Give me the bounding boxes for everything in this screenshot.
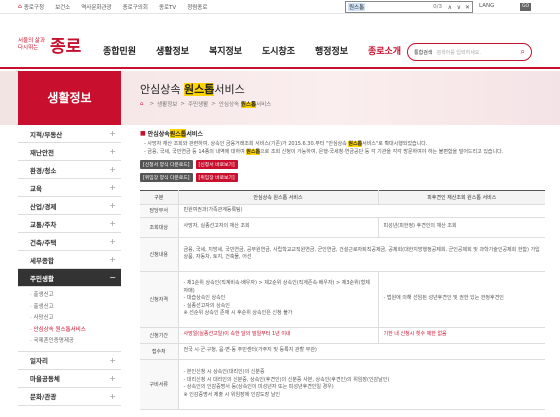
table-row: 조회대상 사망자, 실종선고자의 재산 조회 피성년(피한정) 후견인의 재산 … <box>140 217 545 238</box>
nav-civil-service[interactable]: 종합민원 <box>93 44 146 57</box>
sidebar-item-traffic[interactable]: 교통/주차 + <box>18 215 121 233</box>
find-query[interactable]: 원스톱 <box>348 3 366 11</box>
table-row: 접수처 전국 시·군·구청, 읍·면·동 주민센터(가주지 및 등록지 관할 무… <box>140 343 545 360</box>
breadcrumb-item[interactable]: 주민생활 <box>188 100 208 108</box>
sidebar-submenu: · 출생신고 · 출생신고 · 사망신고 · 안심상속 원스톱서비스 · 국제혼… <box>18 287 121 352</box>
plus-icon: + <box>109 237 116 246</box>
view-form-button[interactable]: [신청서 바로보기] <box>195 160 238 169</box>
main-nav: 종합민원 생활정보 복지정보 도시창조 행정정보 종로소개 <box>93 44 411 57</box>
submenu-item-current[interactable]: · 안심상속 원스톱서비스 <box>30 325 121 337</box>
find-in-page-bar[interactable]: 원스톱 0/3 ∧ ∨ ✕ <box>345 1 473 13</box>
submenu-item[interactable]: · 출생신고 <box>30 290 121 302</box>
site-search: 통합검색 검색어를 입력하세요. ⌕ <box>407 43 532 61</box>
logo-wordmark: 종로 <box>50 37 82 57</box>
sidebar-item-residents[interactable]: 주민생활 − <box>18 269 121 287</box>
sidebar-item-disaster[interactable]: 재난안전 + <box>18 143 121 161</box>
sidebar-title: 생활정보 <box>18 71 121 125</box>
plus-icon: + <box>109 147 116 156</box>
nav-life-info[interactable]: 생활정보 <box>146 44 199 57</box>
plus-icon: + <box>109 129 116 138</box>
utility-link-health-center[interactable]: 보건소 <box>55 3 70 11</box>
nav-welfare[interactable]: 복지정보 <box>199 44 252 57</box>
sidebar-item-education[interactable]: 교육 + <box>18 179 121 197</box>
find-next-icon[interactable]: ∨ <box>457 4 461 11</box>
page-title: 안심상속 원스톱서비스 <box>140 83 245 96</box>
submenu-item[interactable]: · 국제혼인증명제공 <box>30 336 121 348</box>
lang-select[interactable]: LANG <box>479 3 494 9</box>
sidebar-item-housing[interactable]: 건축/주택 + <box>18 233 121 251</box>
sidebar-item-jobs[interactable]: 일자리 + <box>18 351 121 370</box>
sidebar-item-cadastral[interactable]: 지적/부동산 + <box>18 125 121 143</box>
search-input[interactable]: 검색어를 입력하세요. <box>436 49 520 56</box>
go-button[interactable]: GO <box>520 3 531 11</box>
search-icon[interactable]: ⌕ <box>521 47 525 57</box>
plus-icon: + <box>109 219 116 228</box>
table-header: 안심상속 원스톱 서비스 <box>178 190 379 205</box>
intro-paragraph: - 사망자 재산 조회와 관련하여, 상속인 금융거래조회 서비스(기존)가 2… <box>144 141 504 155</box>
find-close-icon[interactable]: ✕ <box>465 4 470 11</box>
download-proxy-button[interactable]: [위임장 양식 다운로드] <box>140 173 193 182</box>
table-row: 신청기간 사망일(실종선고일)이 속한 달의 말일부터 1년 이내 기한 내 신… <box>140 327 545 344</box>
plus-icon: + <box>109 373 116 383</box>
sidebar-nav: 지적/부동산 + 재난안전 + 환경/청소 + 교육 + 산업/경제 + 교통/주차 + 건… <box>18 125 121 406</box>
sidebar-item-tax[interactable]: 세무종합 + <box>18 251 121 269</box>
utility-link-tv[interactable]: 종로TV <box>159 3 176 11</box>
plus-icon: + <box>109 355 116 365</box>
section-heading: ■ 안심상속 원스톱 서비스 <box>140 129 203 138</box>
proxy-buttons: [위임장 양식 다운로드] [위임장 바로보기] <box>140 173 545 182</box>
submenu-item[interactable]: · 출생신고 <box>30 302 121 314</box>
main-content: ■ 안심상속 원스톱 서비스 - 사망자 재산 조회와 관련하여, 상속인 금융거래… <box>140 129 545 410</box>
find-prev-icon[interactable]: ∧ <box>448 4 452 11</box>
table-header: 구분 <box>140 190 179 205</box>
search-scope-select[interactable]: 통합검색 <box>414 49 432 56</box>
sidebar-item-environment[interactable]: 환경/청소 + <box>18 161 121 179</box>
home-icon[interactable]: ⌂ <box>140 101 144 107</box>
utility-link-district-office[interactable]: ⌂ 종로구청 <box>18 3 44 11</box>
home-icon: ⌂ <box>18 3 22 10</box>
site-header: 서울의 삶과 다시뛰는 종로 종합민원 생활정보 복지정보 도시창조 행정정보 … <box>0 14 560 69</box>
sidebar-item-economy[interactable]: 산업/경제 + <box>18 197 121 215</box>
plus-icon: + <box>109 391 116 401</box>
table-row: 구비서류 - 본인신청 시 상속인(대리인)의 신분증 - 대리신청 시 대리인… <box>140 359 545 410</box>
nav-urban[interactable]: 도시창조 <box>252 44 305 57</box>
breadcrumb: ⌂ > 생활정보 > 주민생활 > 안심상속 원스톱서비스 <box>140 100 272 108</box>
sidebar-item-culture[interactable]: 문화/관광 + <box>18 387 121 406</box>
table-header: 피후견인 재산조회 원스톱 서비스 <box>378 190 545 205</box>
service-table: 구분 안심상속 원스톱 서비스 피후견인 재산조회 원스톱 서비스 담당부서 민… <box>140 190 545 410</box>
table-row: 신청내용 금융, 국세, 지방세, 국민연금, 공무원연금, 사립학교교직원연금… <box>140 237 545 272</box>
table-row: 신청자격 - 제1순위 상속인(직계비속·배우자) > 제2순위 상속인(직계존… <box>140 271 545 328</box>
plus-icon: + <box>109 255 116 264</box>
view-proxy-button[interactable]: [위임장 바로보기] <box>195 173 238 182</box>
breadcrumb-item[interactable]: 생활정보 <box>157 100 177 108</box>
download-form-button[interactable]: [신청서 양식 다운로드] <box>140 160 193 169</box>
plus-icon: + <box>109 201 116 210</box>
find-count: 0/3 <box>433 4 442 10</box>
utility-link-integrity[interactable]: 청렴종로 <box>187 3 207 11</box>
utility-bar: ⌂ 종로구청 보건소 역사문화관광 종로구의회 종로TV 청렴종로 원스톱 0/3… <box>0 0 560 14</box>
download-buttons: [신청서 양식 다운로드] [신청서 바로보기] <box>140 160 545 169</box>
nav-admin[interactable]: 행정정보 <box>305 44 358 57</box>
plus-icon: + <box>109 183 116 192</box>
breadcrumb-current: 안심상속 원스톱서비스 <box>218 102 272 108</box>
nav-about[interactable]: 종로소개 <box>358 44 411 57</box>
minus-icon: − <box>109 273 116 282</box>
plus-icon: + <box>109 165 116 174</box>
table-row: 담당부서 민원여권과(가족관계등록팀) <box>140 204 545 218</box>
utility-link-history-tour[interactable]: 역사문화관광 <box>81 3 111 11</box>
logo-tagline: 서울의 삶과 다시뛰는 <box>18 38 46 51</box>
submenu-item[interactable]: · 사망신고 <box>30 313 121 325</box>
sidebar-item-community[interactable]: 마을공동체 + <box>18 369 121 388</box>
utility-link-council[interactable]: 종로구의회 <box>123 3 148 11</box>
site-logo[interactable]: 서울의 삶과 다시뛰는 종로 <box>18 32 81 57</box>
